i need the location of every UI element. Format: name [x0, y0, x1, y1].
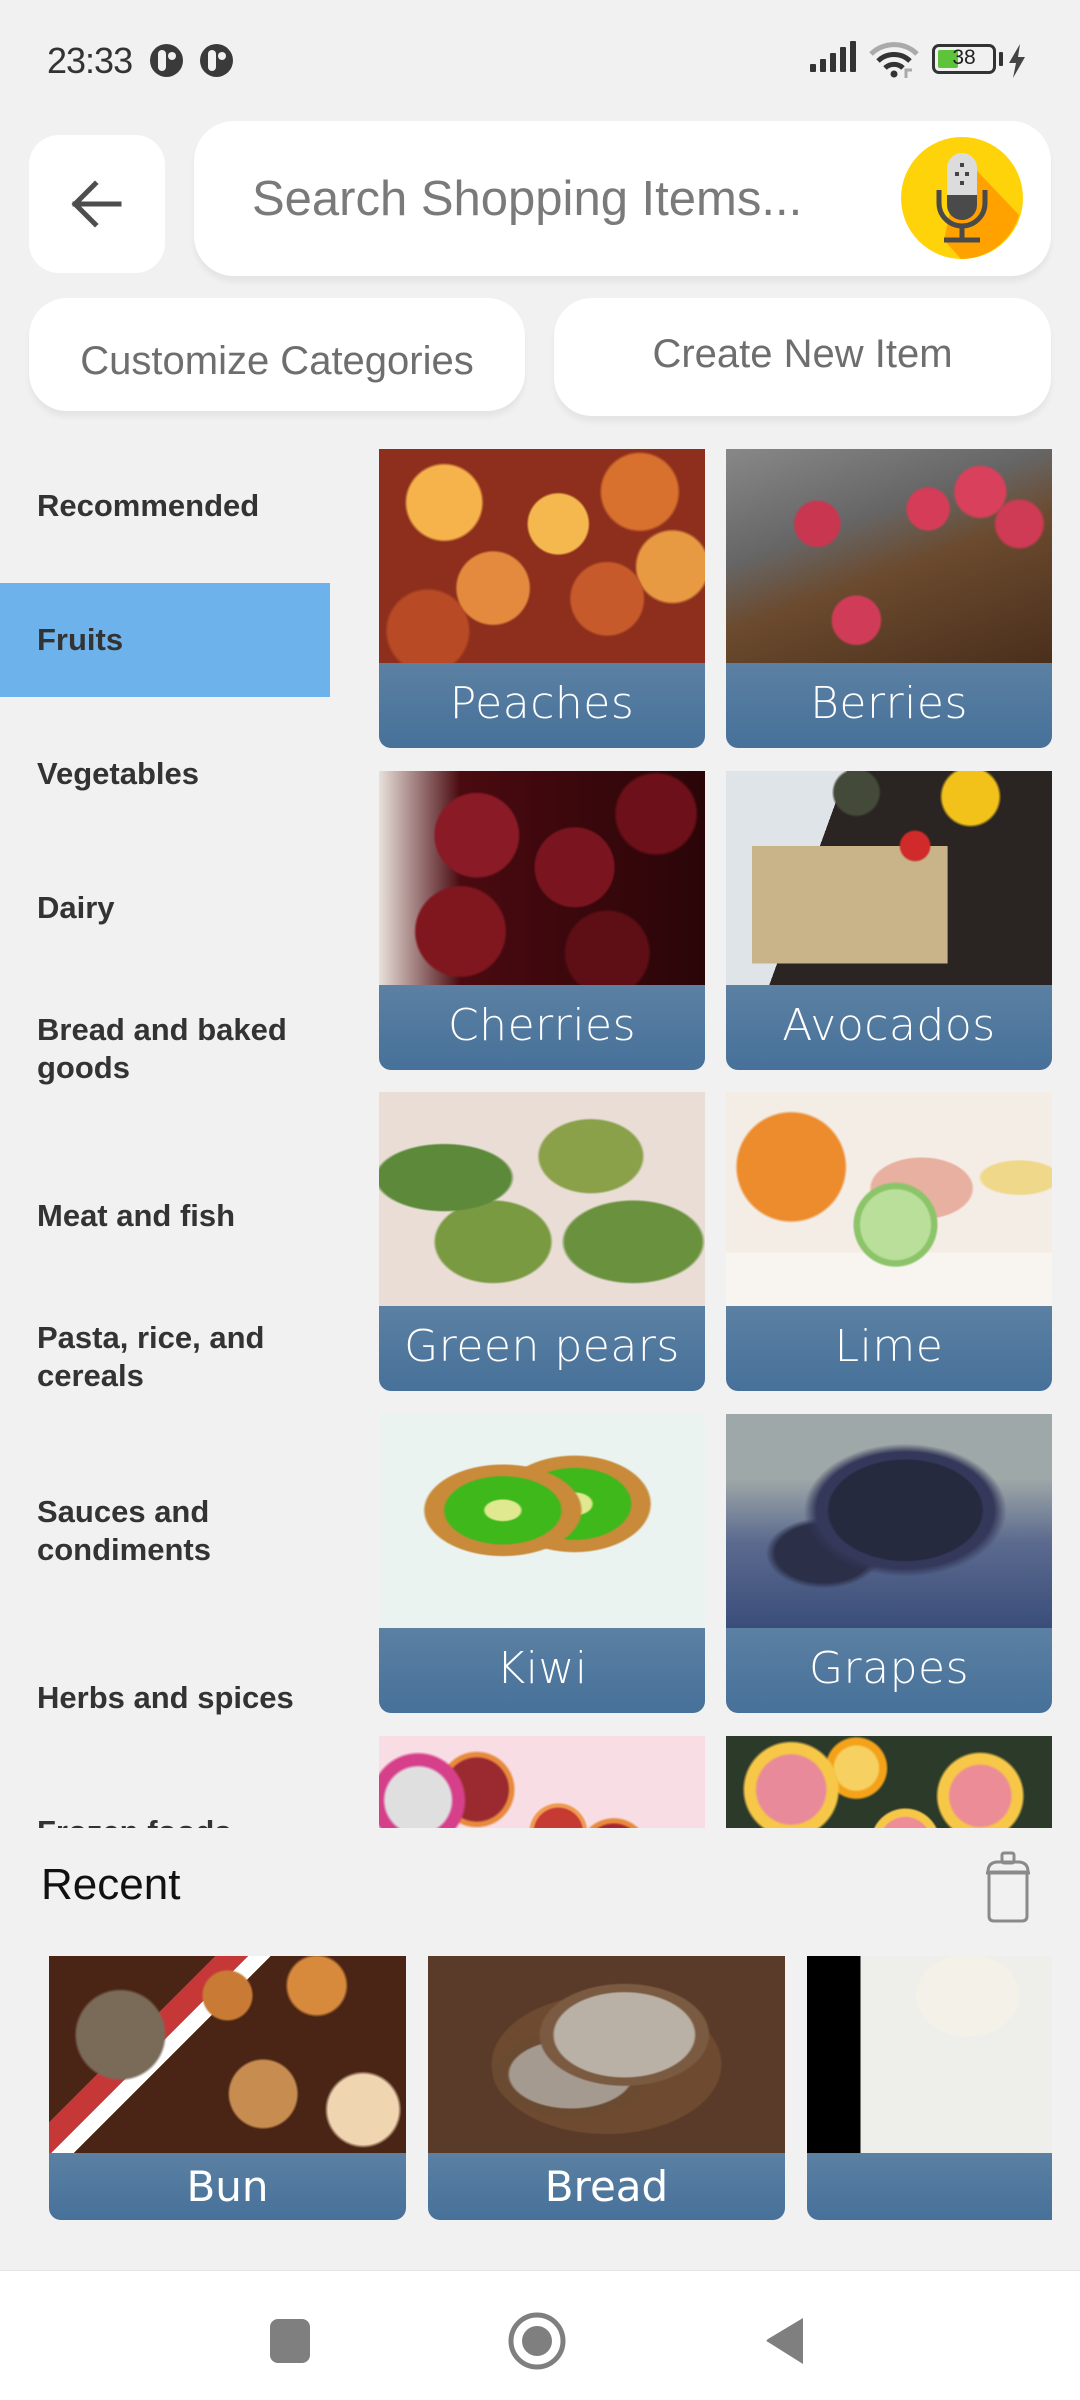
item-card-lime[interactable]: Lime	[726, 1092, 1052, 1391]
back-button[interactable]	[29, 135, 165, 273]
category-label: Pasta, rice, and cereals	[37, 1320, 265, 1393]
item-card-grapes[interactable]: Grapes	[726, 1414, 1052, 1713]
category-pasta-rice-cereals[interactable]: Pasta, rice, and cereals	[0, 1292, 330, 1422]
search-bar	[194, 121, 1051, 276]
category-label: Sauces and condiments	[37, 1494, 211, 1567]
recent-apps-square-icon	[270, 2319, 310, 2363]
item-card-berries[interactable]: Berries	[726, 449, 1052, 748]
item-card-partial[interactable]	[379, 1736, 705, 1828]
wifi-icon	[869, 42, 919, 78]
green-pears-photo	[379, 1092, 705, 1306]
category-label: Fruits	[37, 622, 124, 657]
category-bread-and-baked-goods[interactable]: Bread and baked goods	[0, 984, 330, 1114]
item-label: Grapes	[726, 1628, 1052, 1713]
raspberries-photo	[726, 449, 1052, 663]
sliced-bread-photo	[428, 1956, 785, 2153]
cherries-photo	[379, 771, 705, 985]
recent-section-title: Recent	[41, 1860, 181, 1909]
fruit-bowl-lime-photo	[726, 1092, 1052, 1306]
item-label: Cherries	[379, 985, 705, 1070]
category-label: Vegetables	[37, 755, 199, 791]
charging-bolt-icon	[1009, 44, 1025, 78]
system-navigation-bar	[0, 2270, 1080, 2400]
item-label: Milk	[807, 2153, 1052, 2220]
microphone-icon	[901, 137, 1023, 259]
category-label: Frozen foods	[37, 1813, 232, 1829]
peaches-photo	[379, 449, 705, 663]
search-input[interactable]	[252, 151, 852, 247]
category-label: Meat and fish	[37, 1197, 236, 1233]
battery-percentage: 38	[952, 46, 976, 69]
item-grid: Peaches Berries Cherries Avocados Green …	[379, 449, 1052, 1828]
category-label: Bread and baked goods	[37, 1012, 287, 1085]
category-label: Dairy	[37, 889, 115, 925]
trash-icon	[986, 1851, 1030, 1923]
item-label: Bread	[428, 2153, 785, 2220]
category-sidebar: Recommended Fruits Vegetables Dairy Brea…	[0, 448, 340, 1828]
item-label: Bun	[49, 2153, 406, 2220]
create-new-item-button[interactable]: Create New Item	[554, 298, 1051, 416]
category-herbs-and-spices[interactable]: Herbs and spices	[0, 1640, 330, 1755]
item-card-cherries[interactable]: Cherries	[379, 771, 705, 1070]
status-bar: 23:33 38	[0, 0, 1080, 110]
system-back-button[interactable]	[755, 2311, 815, 2371]
item-card-kiwi[interactable]: Kiwi	[379, 1414, 705, 1713]
back-triangle-icon	[766, 2318, 803, 2364]
item-label: Lime	[726, 1306, 1052, 1391]
vegetable-basket-photo	[726, 771, 1052, 985]
clear-recent-button[interactable]	[980, 1850, 1036, 1924]
category-sauces-and-condiments[interactable]: Sauces and condiments	[0, 1466, 330, 1596]
app-notification-icon	[150, 44, 183, 77]
item-label: Berries	[726, 663, 1052, 748]
recent-item-bread[interactable]: Bread	[428, 1956, 785, 2220]
battery-icon: 38	[932, 44, 996, 74]
grapefruit-pomegranate-photo	[726, 1736, 1052, 1828]
item-card-green-pears[interactable]: Green pears	[379, 1092, 705, 1391]
category-dairy[interactable]: Dairy	[0, 850, 330, 965]
customize-categories-button[interactable]: Customize Categories	[29, 298, 525, 411]
arrow-left-icon	[71, 180, 122, 228]
category-fruits[interactable]: Fruits	[0, 583, 330, 697]
item-card-avocados[interactable]: Avocados	[726, 771, 1052, 1070]
item-card-partial[interactable]	[726, 1736, 1052, 1828]
item-label: Avocados	[726, 985, 1052, 1070]
category-frozen-foods[interactable]: Frozen foods	[0, 1774, 330, 1829]
app-notification-icon	[200, 44, 233, 77]
bread-basket-photo	[49, 1956, 406, 2153]
recent-items-list[interactable]: Bun Bread Milk	[49, 1956, 1052, 2222]
home-button[interactable]	[507, 2311, 567, 2371]
category-label: Herbs and spices	[37, 1679, 294, 1715]
recent-item-milk[interactable]: Milk	[807, 1956, 1052, 2220]
item-label: Kiwi	[379, 1628, 705, 1713]
item-label: Green pears	[379, 1306, 705, 1391]
grapes-photo	[726, 1414, 1052, 1628]
category-meat-and-fish[interactable]: Meat and fish	[0, 1158, 330, 1273]
citrus-dragonfruit-photo	[379, 1736, 705, 1828]
recent-apps-button[interactable]	[260, 2311, 320, 2371]
item-label: Peaches	[379, 663, 705, 748]
battery-terminal	[999, 52, 1003, 66]
kiwi-halves-photo	[379, 1414, 705, 1628]
cellular-signal-icon	[810, 41, 860, 78]
recent-item-bun[interactable]: Bun	[49, 1956, 406, 2220]
item-card-peaches[interactable]: Peaches	[379, 449, 705, 748]
category-recommended[interactable]: Recommended	[0, 448, 330, 563]
status-time: 23:33	[47, 40, 133, 81]
category-vegetables[interactable]: Vegetables	[0, 716, 330, 831]
category-label: Recommended	[37, 487, 260, 523]
milk-splash-photo	[807, 1956, 1052, 2153]
home-circle-icon	[508, 2312, 566, 2370]
voice-search-button[interactable]	[899, 135, 1025, 261]
